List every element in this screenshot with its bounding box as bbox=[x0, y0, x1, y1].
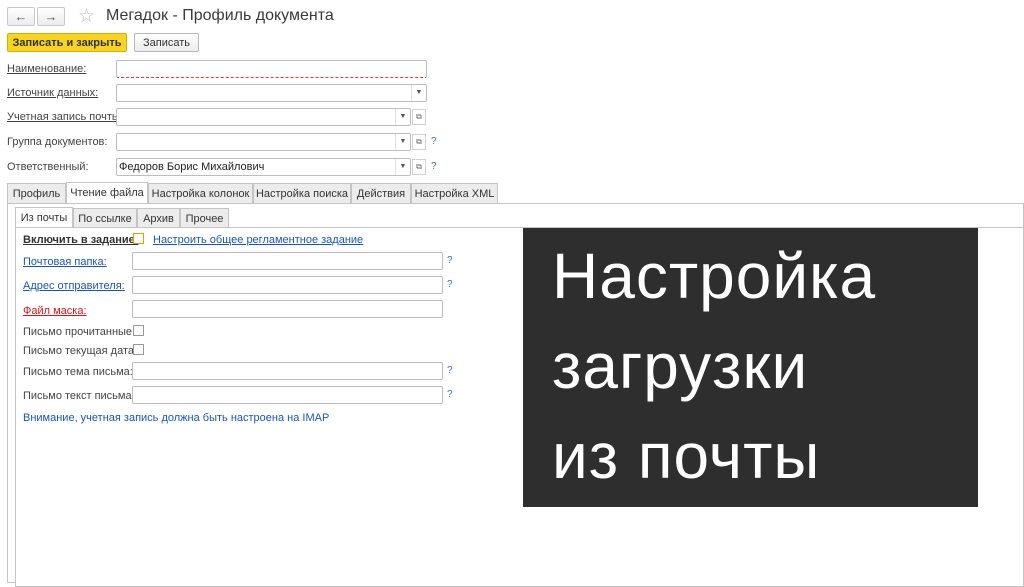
schedule-link[interactable]: Настроить общее регламентное задание bbox=[153, 234, 363, 246]
subtab-other[interactable]: Прочее bbox=[180, 208, 229, 228]
subject-label: Письмо тема письма: bbox=[23, 366, 133, 378]
help-icon[interactable]: ? bbox=[431, 136, 437, 147]
include-label: Включить в задание: bbox=[23, 234, 139, 246]
mask-field[interactable] bbox=[132, 300, 443, 318]
subtab-from-mail[interactable]: Из почты bbox=[15, 207, 73, 228]
chevron-down-icon[interactable]: ▼ bbox=[395, 109, 410, 125]
source-select[interactable]: ▼ bbox=[116, 84, 427, 102]
source-label: Источник данных: bbox=[7, 87, 99, 99]
body-field[interactable] bbox=[132, 386, 443, 404]
tab-actions[interactable]: Действия bbox=[351, 183, 411, 203]
current-date-checkbox[interactable] bbox=[133, 344, 144, 355]
open-icon[interactable]: ⧉ bbox=[412, 109, 426, 125]
mail-account-field[interactable]: ▼ bbox=[116, 108, 411, 126]
help-icon[interactable]: ? bbox=[447, 365, 453, 376]
tab-profile[interactable]: Профиль bbox=[7, 183, 66, 203]
include-checkbox[interactable] bbox=[133, 233, 144, 244]
name-label: Наименование: bbox=[7, 63, 87, 75]
folder-field[interactable] bbox=[132, 252, 443, 270]
imap-note: Внимание, учетная запись должна быть нас… bbox=[23, 412, 330, 424]
chevron-down-icon[interactable]: ▼ bbox=[395, 134, 410, 150]
forward-button[interactable]: → bbox=[37, 7, 65, 26]
mask-label: Файл маска: bbox=[23, 305, 87, 317]
tab-search-settings[interactable]: Настройка поиска bbox=[253, 183, 351, 203]
favorite-star-icon[interactable]: ☆ bbox=[78, 5, 95, 28]
caption-line-2: загрузки bbox=[552, 330, 809, 402]
caption-line-3: из почты bbox=[552, 420, 821, 492]
help-icon[interactable]: ? bbox=[447, 255, 453, 266]
window-title: Мегадок - Профиль документа bbox=[106, 7, 334, 24]
subject-field[interactable] bbox=[132, 362, 443, 380]
open-icon[interactable]: ⧉ bbox=[412, 134, 426, 150]
current-date-label: Письмо текущая дата: bbox=[23, 345, 138, 357]
caption-line-1: Настройка bbox=[552, 240, 877, 312]
help-icon[interactable]: ? bbox=[447, 389, 453, 400]
read-label: Письмо прочитанные: bbox=[23, 326, 136, 338]
mail-account-label: Учетная запись почты: bbox=[7, 111, 123, 123]
subtab-by-link[interactable]: По ссылке bbox=[73, 208, 137, 228]
save-and-close-button[interactable]: Записать и закрыть bbox=[7, 33, 127, 52]
doc-group-field[interactable]: ▼ bbox=[116, 133, 411, 151]
chevron-down-icon[interactable]: ▼ bbox=[411, 85, 426, 101]
tab-xml-settings[interactable]: Настройка XML bbox=[411, 183, 498, 203]
sender-field[interactable] bbox=[132, 276, 443, 294]
doc-group-label: Группа документов: bbox=[7, 136, 108, 148]
read-checkbox[interactable] bbox=[133, 325, 144, 336]
subtab-archive[interactable]: Архив bbox=[137, 208, 180, 228]
folder-label: Почтовая папка: bbox=[23, 256, 107, 268]
back-button[interactable]: ← bbox=[7, 7, 35, 26]
help-icon[interactable]: ? bbox=[431, 161, 437, 172]
tab-file-reading[interactable]: Чтение файла bbox=[66, 182, 148, 203]
open-icon[interactable]: ⧉ bbox=[412, 159, 426, 175]
tab-column-settings[interactable]: Настройка колонок bbox=[148, 183, 253, 203]
name-field[interactable] bbox=[116, 60, 427, 78]
sender-label: Адрес отправителя: bbox=[23, 280, 125, 292]
body-label: Письмо текст письма: bbox=[23, 390, 135, 402]
responsible-field[interactable]: Федоров Борис Михайлович ▼ bbox=[116, 158, 411, 176]
help-icon[interactable]: ? bbox=[447, 279, 453, 290]
chevron-down-icon[interactable]: ▼ bbox=[395, 159, 410, 175]
save-button[interactable]: Записать bbox=[134, 33, 199, 52]
responsible-label: Ответственный: bbox=[7, 161, 89, 173]
arrow-right-icon: → bbox=[44, 9, 58, 24]
arrow-left-icon: ← bbox=[14, 9, 28, 24]
